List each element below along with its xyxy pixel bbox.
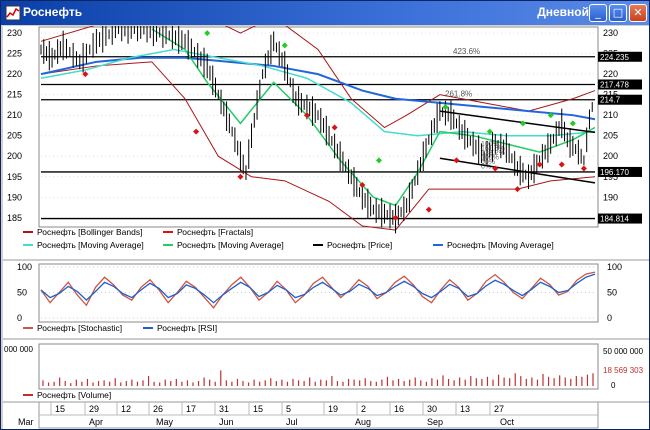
period-label: Дневной	[537, 5, 589, 19]
y-tick-label: 220	[603, 69, 618, 79]
x-day-label: 29	[89, 404, 99, 414]
x-month-label: Sep	[427, 417, 443, 427]
x-day-label: 12	[121, 404, 131, 414]
x-day-label: 26	[153, 404, 163, 414]
y-tick-label: 225	[7, 49, 22, 59]
x-day-label: 17	[186, 404, 196, 414]
level-price-label: 214.7	[600, 96, 621, 105]
legend-label: Роснефть [Moving Average]	[447, 240, 554, 250]
volume-current-label: 18 569 303	[603, 366, 644, 375]
y-tick-label: 205	[7, 131, 22, 141]
legend-label: Роснефть [RSI]	[157, 323, 217, 333]
y-tick-label: 215	[7, 90, 22, 100]
x-day-label: 15	[55, 404, 65, 414]
x-day-label: 30	[427, 404, 437, 414]
chart-app-icon	[5, 5, 21, 21]
y-tick-label: 190	[7, 192, 22, 202]
x-day-label: 5	[286, 404, 291, 414]
legend-label: Роснефть [Moving Average]	[37, 240, 144, 250]
price-legend: Роснефть [Bollinger Bands] Роснефть [Frac…	[23, 227, 554, 250]
y-tick-label: 000 000	[4, 345, 33, 354]
x-axis[interactable]: 15 29 12 26 17 31 15 5 19 2 16 30 13 27 Mar Apr May Jun Ju…	[18, 401, 599, 429]
legend-label: Роснефть [Volume]	[37, 390, 111, 400]
legend-label: Роснефть [Price]	[327, 240, 392, 250]
y-tick-label: 100	[607, 262, 622, 272]
x-month-label: Jun	[219, 417, 234, 427]
level-price-label: 184.814	[600, 215, 629, 224]
y-tick-label: 200	[7, 151, 22, 161]
y-tick-label: 230	[603, 28, 618, 38]
volume-legend: Роснефть [Volume]	[23, 390, 111, 400]
legend-label: Роснефть [Bollinger Bands]	[37, 227, 142, 237]
fibonacci-label: 261.8%	[445, 90, 472, 99]
y-tick-label: 230	[7, 28, 22, 38]
y-tick-label: 195	[7, 172, 22, 182]
level-price-label: 196.170	[600, 168, 629, 177]
x-month-label: Jul	[286, 417, 298, 427]
chart-window: Роснефть Дневной _ □ ✕ 185 190 195 200 205 21…	[0, 0, 650, 430]
level-price-label: 224.235	[600, 53, 629, 62]
y-tick-label: 50	[607, 288, 617, 298]
x-day-label: 2	[361, 404, 366, 414]
x-month-label: Oct	[500, 417, 515, 427]
x-day-label: 31	[219, 404, 229, 414]
oscillator-legend: Роснефть [Stochastic] Роснефть [RSI]	[23, 323, 217, 333]
x-day-label: 13	[460, 404, 470, 414]
level-price-label: 217.478	[600, 80, 629, 89]
x-month-label: May	[156, 417, 174, 427]
y-tick-label: 50	[17, 288, 27, 298]
y-tick-label: 0	[17, 313, 22, 323]
volume-panel-frame	[38, 343, 599, 390]
y-tick-label: 50 000 000	[603, 347, 644, 356]
y-tick-label: 0	[607, 313, 612, 323]
x-month-label: Aug	[355, 417, 371, 427]
y-tick-label: 220	[7, 69, 22, 79]
fibonacci-label: 423.6%	[453, 47, 480, 56]
x-day-label: 16	[394, 404, 404, 414]
y-tick-label: 210	[7, 110, 22, 120]
title-bar[interactable]: Роснефть Дневной _ □ ✕	[1, 1, 649, 25]
y-tick-label: 100	[17, 262, 32, 272]
x-day-label: 15	[253, 404, 263, 414]
close-button[interactable]: ✕	[629, 4, 647, 22]
y-tick-label: 190	[603, 192, 618, 202]
price-ticks-left: 185 190 195 200 205 210 215 220 225 230	[7, 28, 22, 223]
y-tick-label: 200	[603, 151, 618, 161]
legend-label: Роснефть [Fractals]	[177, 227, 253, 237]
y-tick-label: 185	[7, 213, 22, 223]
chart-canvas[interactable]: 185190195200205210215220225230 185190195…	[3, 26, 649, 429]
minimize-button[interactable]: _	[589, 4, 607, 22]
maximize-button[interactable]: □	[609, 4, 627, 22]
x-month-label: Apr	[89, 417, 103, 427]
y-tick-label: 0	[611, 381, 616, 390]
window-title: Роснефть	[23, 5, 83, 19]
x-month-label: Mar	[18, 417, 34, 427]
y-tick-label: 210	[603, 110, 618, 120]
legend-label: Роснефть [Moving Average]	[177, 240, 284, 250]
x-day-label: 19	[328, 404, 338, 414]
legend-label: Роснефть [Stochastic]	[37, 323, 122, 333]
y-tick-label: 205	[603, 131, 618, 141]
x-day-label: 27	[494, 404, 504, 414]
